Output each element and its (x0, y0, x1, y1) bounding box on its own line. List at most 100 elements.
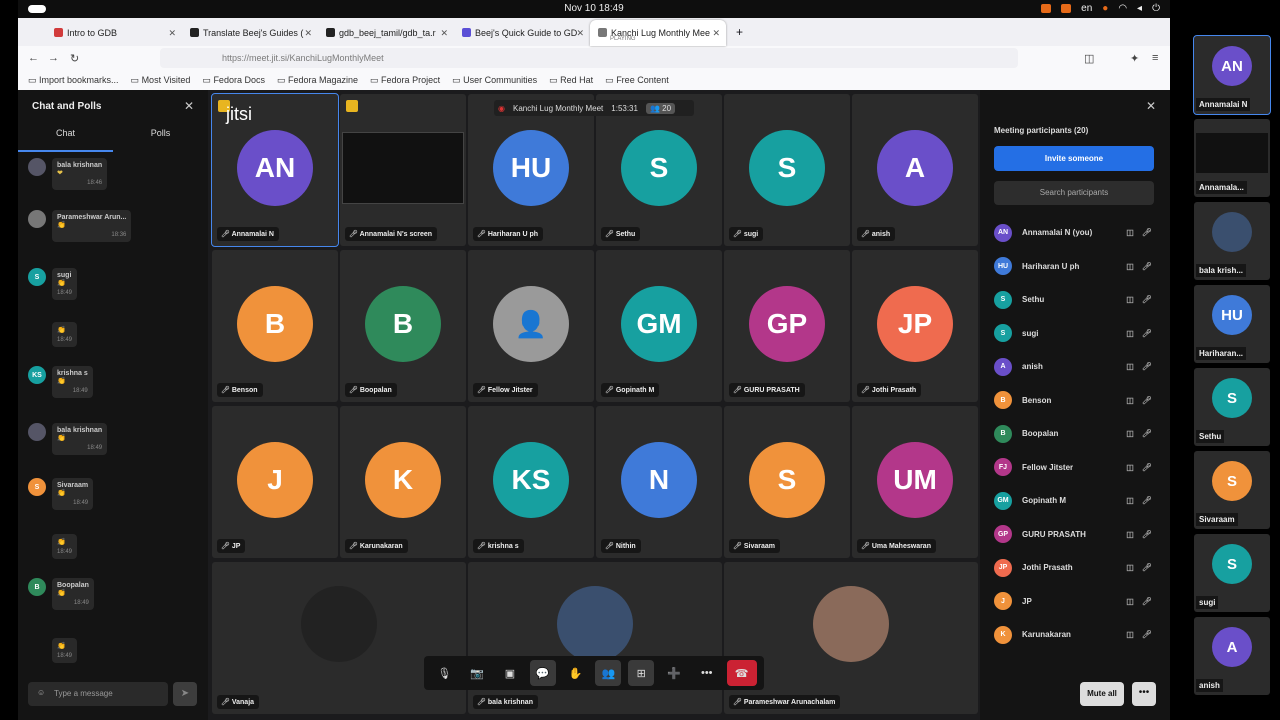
bookmark-item[interactable]: ▭ Import bookmarks... (28, 75, 119, 86)
filmstrip-tile[interactable]: bala krish... (1194, 202, 1270, 280)
bookmark-item[interactable]: ▭ Fedora Project (370, 75, 440, 86)
bookmark-item[interactable]: ▭ Fedora Magazine (277, 75, 358, 86)
participant-tile[interactable]: 🎤︎ Annamalai N's screen (340, 94, 466, 246)
participant-row[interactable]: GP GURU PRASATH ◫ 🎤︎ (994, 518, 1166, 551)
participant-tile[interactable]: UM 🎤︎ Uma Maheswaran (852, 406, 978, 558)
more-actions-button[interactable]: ••• (694, 660, 720, 686)
screen-record-icon[interactable] (1041, 4, 1052, 13)
browser-tab[interactable]: gdb_beej_tamil/gdb_ta.r ✕ (318, 20, 454, 46)
tab-close-icon[interactable]: ✕ (712, 28, 720, 39)
participant-tile[interactable]: S 🎤︎ sugi (724, 94, 850, 246)
share-screen-button[interactable]: ▣ (497, 660, 523, 686)
participant-tile[interactable]: N 🎤︎ Nithin (596, 406, 722, 558)
language-indicator[interactable]: en (1081, 3, 1092, 14)
participant-tile[interactable]: AN jitsi 🎤︎ Annamalai N (211, 93, 339, 247)
filmstrip-tile[interactable]: S Sivaraam (1194, 451, 1270, 529)
pocket-icon[interactable]: ◫ (1084, 52, 1094, 65)
message-input[interactable]: ☺ Type a message (28, 682, 168, 706)
participant-tile[interactable]: GM 🎤︎ Gopinath M (596, 250, 722, 402)
more-options-button[interactable]: ••• (1132, 682, 1156, 706)
participant-row[interactable]: B Boopalan ◫ 🎤︎ (994, 417, 1166, 450)
bookmark-item[interactable]: ▭ Free Content (605, 75, 669, 86)
mute-all-button[interactable]: Mute all (1080, 682, 1124, 706)
participant-row[interactable]: K Karunakaran ◫ 🎤︎ (994, 618, 1166, 651)
tab-polls[interactable]: Polls (113, 128, 208, 152)
participant-row[interactable]: AN Annamalai N (you) ◫ 🎤︎ (994, 216, 1166, 249)
send-button[interactable]: ➤ (173, 682, 197, 706)
back-icon[interactable]: ← (28, 52, 39, 64)
bookmark-item[interactable]: ▭ Fedora Docs (202, 75, 265, 86)
nav-bar: ← → ↻ https://meet.jit.si/KanchiLugMonth… (18, 46, 1170, 70)
close-icon[interactable]: ✕ (184, 99, 194, 113)
browser-tab[interactable]: Kanchi Lug Monthly Mee PLAYING ✕ (590, 20, 726, 46)
participant-tile[interactable]: JP 🎤︎ Jothi Prasath (852, 250, 978, 402)
participant-row[interactable]: GM Gopinath M ◫ 🎤︎ (994, 484, 1166, 517)
participant-tile[interactable]: 🎤︎ Parameshwar Arunachalam (724, 562, 978, 714)
participant-row[interactable]: FJ Fellow Jitster ◫ 🎤︎ (994, 451, 1166, 484)
bookmark-item[interactable]: ▭ Red Hat (549, 75, 593, 86)
filmstrip-tile[interactable]: AN Annamalai N (1193, 35, 1271, 115)
screen-share-icon[interactable] (1061, 4, 1072, 13)
participant-tile[interactable]: 🎤︎ Vanaja (212, 562, 466, 714)
participant-tile[interactable]: A 🎤︎ anish (852, 94, 978, 246)
bookmark-item[interactable]: ▭ User Communities (452, 75, 537, 86)
participant-tile[interactable]: B 🎤︎ Benson (212, 250, 338, 402)
camera-button[interactable]: 📷 (464, 660, 490, 686)
participant-name: bala krish... (1196, 264, 1247, 277)
raise-hand-button[interactable]: ✋ (563, 660, 589, 686)
close-icon[interactable]: ✕ (1146, 99, 1156, 113)
emoji-icon[interactable]: ☺ (37, 688, 45, 697)
chat-button[interactable]: 💬 (529, 660, 556, 686)
participant-row[interactable]: S Sethu ◫ 🎤︎ (994, 283, 1166, 316)
new-tab-icon[interactable]: + (736, 25, 743, 39)
participant-row[interactable]: Ssugi ◫ 🎤︎ (994, 317, 1166, 350)
participant-row[interactable]: J JP ◫ 🎤︎ (994, 585, 1166, 618)
participant-tile[interactable]: GP 🎤︎ GURU PRASATH (724, 250, 850, 402)
volume-icon[interactable]: ◂ (1137, 3, 1142, 14)
reload-icon[interactable]: ↻ (70, 52, 79, 65)
filmstrip-tile[interactable]: Aanish (1194, 617, 1270, 695)
filmstrip-tile[interactable]: S Sethu (1194, 368, 1270, 446)
participant-tile[interactable]: J 🎤︎ JP (212, 406, 338, 558)
tab-close-icon[interactable]: ✕ (168, 28, 176, 39)
filmstrip-tile[interactable]: HU Hariharan... (1194, 285, 1270, 363)
forward-icon[interactable]: → (48, 52, 59, 64)
invite-someone-button[interactable]: Invite someone (994, 146, 1154, 171)
invite-button[interactable]: ➕ (661, 660, 687, 686)
participant-tile[interactable]: KS 🎤︎ krishna s (468, 406, 594, 558)
participant-tile[interactable]: S 🎤︎ Sivaraam (724, 406, 850, 558)
participant-tile[interactable]: HU 🎤︎ Hariharan U ph (468, 94, 594, 246)
tab-close-icon[interactable]: ✕ (304, 28, 312, 39)
participant-row[interactable]: Aanish ◫ 🎤︎ (994, 350, 1166, 383)
browser-tab[interactable]: Intro to GDB ✕ (46, 20, 182, 46)
participant-row[interactable]: B Benson ◫ 🎤︎ (994, 384, 1166, 417)
participant-row[interactable]: HU Hariharan U ph ◫ 🎤︎ (994, 250, 1166, 283)
browser-tab[interactable]: Beej's Quick Guide to GD ✕ (454, 20, 590, 46)
extensions-icon[interactable]: ✦ (1130, 52, 1139, 65)
participant-tile[interactable]: 🎤︎ bala krishnan (468, 562, 722, 714)
browser-tab[interactable]: Translate Beej's Guides (✕ (182, 20, 318, 46)
participant-row[interactable]: JP Jothi Prasath ◫ 🎤︎ (994, 551, 1166, 584)
tab-chat[interactable]: Chat (18, 128, 113, 152)
tab-close-icon[interactable]: ✕ (440, 28, 448, 39)
clock[interactable]: Nov 10 18:49 (18, 3, 1170, 14)
filmstrip-tile[interactable]: Annamala... (1194, 119, 1270, 197)
tile-view-button[interactable]: ⊞ (628, 660, 655, 686)
power-icon[interactable]: ⏻ (1152, 3, 1160, 14)
participant-tile[interactable]: S 🎤︎ Sethu (596, 94, 722, 246)
participant-tile[interactable]: B 🎤︎ Boopalan (340, 250, 466, 402)
filmstrip-tile[interactable]: Ssugi (1194, 534, 1270, 612)
microphone-button[interactable]: 🎙 (431, 660, 457, 686)
url-bar[interactable]: https://meet.jit.si/KanchiLugMonthlyMeet (160, 48, 1018, 68)
participant-tile[interactable]: K 🎤︎ Karunakaran (340, 406, 466, 558)
mic-indicator-icon[interactable]: ● (1102, 3, 1108, 14)
bookmark-item[interactable]: ▭ Most Visited (131, 75, 191, 86)
leave-meeting-button[interactable]: ☎ (726, 660, 757, 686)
menu-icon[interactable]: ≡ (1152, 52, 1158, 64)
wifi-icon[interactable]: ◠ (1118, 3, 1127, 14)
participant-tile[interactable]: 👤 🎤︎ Fellow Jitster (468, 250, 594, 402)
tab-close-icon[interactable]: ✕ (576, 28, 584, 39)
search-participants-input[interactable]: Search participants (994, 181, 1154, 205)
participant-count-badge[interactable]: 👥 20 (645, 102, 676, 114)
participants-button[interactable]: 👥 (595, 660, 622, 686)
